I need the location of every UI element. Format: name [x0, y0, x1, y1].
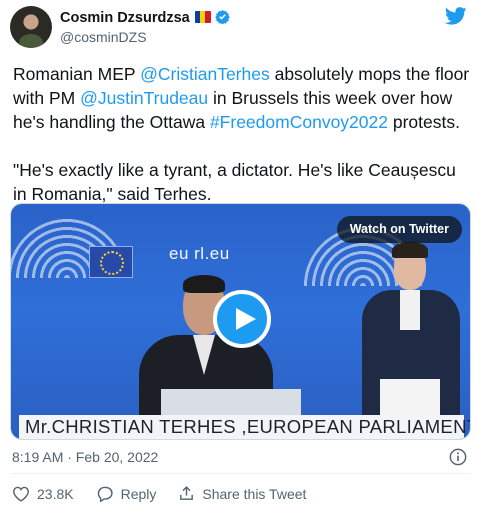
tweet-actions: 23.8K Reply Share this Tweet — [12, 485, 328, 502]
like-count: 23.8K — [37, 485, 74, 502]
backdrop-text: eu rl.eu — [169, 244, 230, 263]
aide-figure — [356, 242, 466, 420]
video-caption-text: Mr.CHRISTIAN TERHES ,EUROPEAN PARLIAMENT — [25, 416, 471, 437]
author-avatar[interactable] — [10, 6, 52, 48]
twitter-bird-icon[interactable] — [445, 7, 467, 25]
tweet-timestamp[interactable]: 8:19 AM · Feb 20, 2022 — [12, 449, 158, 465]
video-player[interactable]: eu rl.eu Watch on Twitter Mr.CHRISTIAN T… — [10, 203, 471, 440]
play-button[interactable] — [213, 290, 271, 348]
reply-button[interactable]: Reply — [96, 485, 157, 502]
tweet-text-segment: Romanian MEP — [13, 64, 141, 84]
tweet-text-segment: protests. — [387, 112, 460, 132]
reply-label: Reply — [120, 485, 157, 502]
author-name-row[interactable]: Cosmin Dzsurdzsa — [60, 9, 230, 26]
reply-bubble-icon — [97, 486, 113, 502]
share-label: Share this Tweet — [202, 485, 307, 502]
mention-link-cristianterhes[interactable]: @CristianTerhes — [140, 64, 270, 84]
share-button[interactable]: Share this Tweet — [178, 485, 306, 502]
play-icon — [236, 308, 256, 330]
author-name[interactable]: Cosmin Dzsurdzsa — [60, 10, 190, 26]
mention-link-justintrudeau[interactable]: @JustinTrudeau — [80, 88, 208, 108]
author-handle[interactable]: @cosminDZS — [60, 29, 147, 45]
hashtag-link-freedomconvoy2022[interactable]: #FreedomConvoy2022 — [210, 112, 388, 132]
heart-icon — [12, 486, 30, 502]
divider — [10, 473, 471, 474]
info-icon[interactable] — [449, 448, 467, 466]
romania-flag-icon — [194, 11, 211, 23]
tweet-card: Cosmin Dzsurdzsa @cosminDZS Romanian MEP… — [0, 0, 477, 508]
eu-flag-icon — [89, 246, 133, 278]
tweet-paragraph-1: Romanian MEP @CristianTerhes absolutely … — [13, 62, 471, 134]
watch-on-twitter-button[interactable]: Watch on Twitter — [336, 216, 462, 243]
like-button[interactable]: 23.8K — [12, 486, 74, 502]
verified-badge-icon — [214, 9, 230, 24]
share-upload-icon — [180, 486, 194, 500]
tweet-paragraph-2: "He's exactly like a tyrant, a dictator.… — [13, 160, 456, 204]
